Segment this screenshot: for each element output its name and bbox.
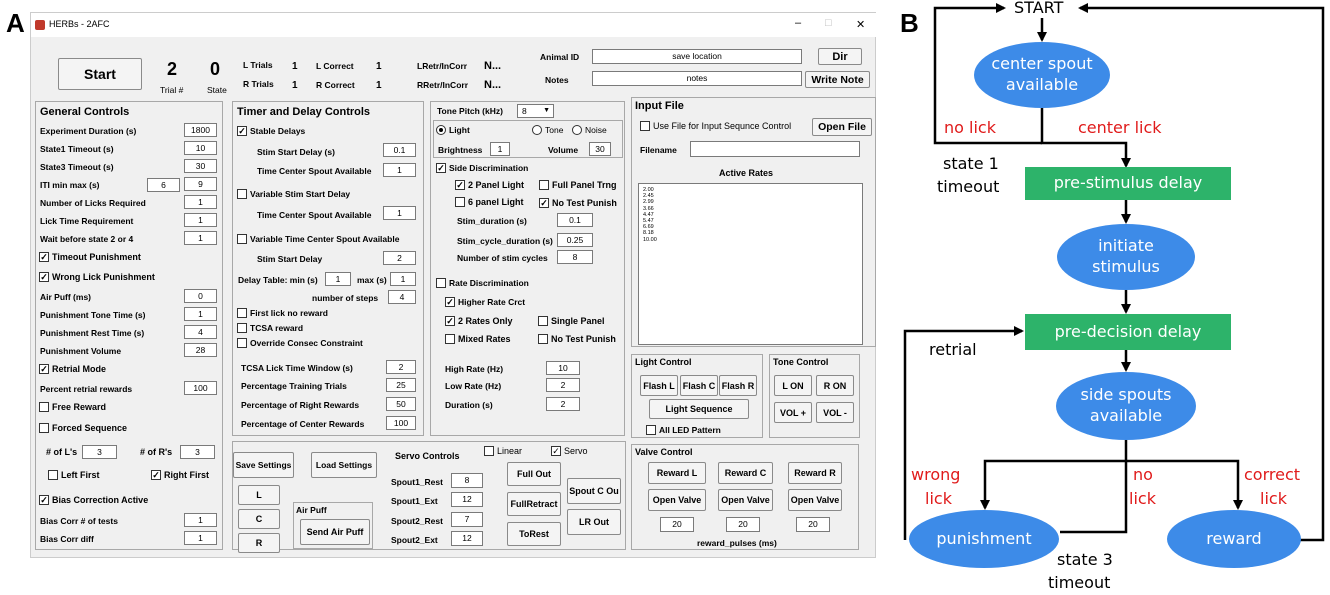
start-label: START bbox=[1014, 0, 1064, 17]
timeout1-label: timeout bbox=[937, 177, 1000, 196]
center-lick-label: center lick bbox=[1078, 118, 1162, 137]
state1-label: state 1 bbox=[943, 154, 999, 173]
initiate-stimulus-node: initiate stimulus bbox=[1057, 224, 1195, 290]
timeout3-label: timeout bbox=[1048, 573, 1111, 592]
correct-label: correct bbox=[1244, 465, 1301, 484]
punishment-node: punishment bbox=[909, 510, 1059, 568]
state3-label: state 3 bbox=[1057, 550, 1113, 569]
pre-stimulus-node: pre-stimulus delay bbox=[1025, 167, 1231, 200]
wrong-lick-label: lick bbox=[925, 489, 952, 508]
wrong-label: wrong bbox=[911, 465, 961, 484]
center-spout-node: center spout available bbox=[974, 42, 1110, 108]
no-label: no bbox=[1133, 465, 1153, 484]
reward-node: reward bbox=[1167, 510, 1301, 568]
side-spouts-node: side spouts available bbox=[1056, 372, 1196, 440]
correct-lick-label: lick bbox=[1260, 489, 1287, 508]
pre-decision-node: pre-decision delay bbox=[1025, 314, 1231, 350]
no-lick-label: no lick bbox=[944, 118, 996, 137]
no-lick2-label: lick bbox=[1129, 489, 1156, 508]
retrial-label: retrial bbox=[929, 340, 977, 359]
